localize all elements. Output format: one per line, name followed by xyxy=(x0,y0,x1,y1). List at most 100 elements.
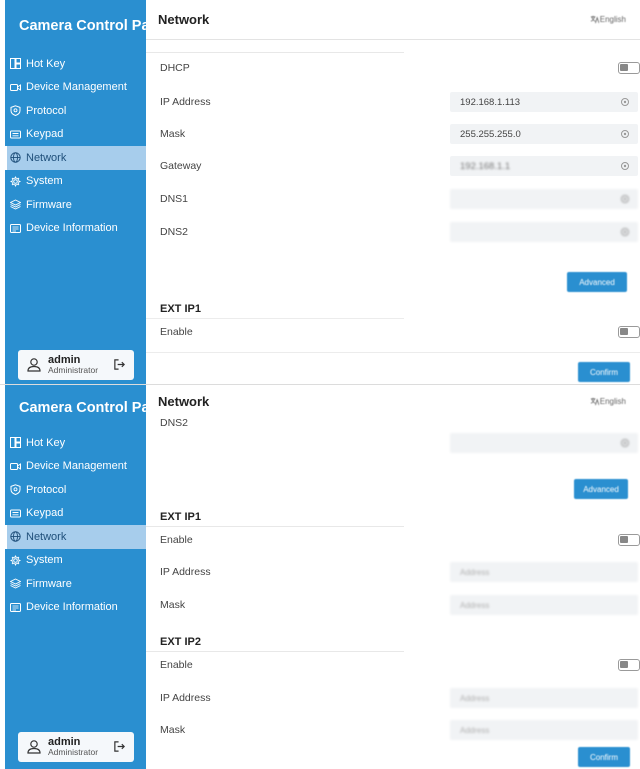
language-selector[interactable]: English xyxy=(590,397,626,406)
divider xyxy=(146,52,404,53)
mask-input[interactable]: 255.255.255.0 xyxy=(450,124,638,144)
ext-ip2-ip-placeholder: Address xyxy=(460,693,490,703)
page-title: Network xyxy=(158,393,210,409)
ext-ip2-mask-row: Mask Address xyxy=(160,720,640,740)
sidebar-item-keypad[interactable]: Keypad xyxy=(5,123,146,147)
sidebar-item-protocol[interactable]: Protocol xyxy=(5,478,146,502)
user-card: admin Administrator xyxy=(18,732,134,762)
ext-ip1-enable-toggle[interactable] xyxy=(618,534,640,546)
sidebar-item-label: Firmware xyxy=(26,198,72,211)
ext-ip2-mask-label: Mask xyxy=(160,724,186,736)
sidebar-item-device-management[interactable]: Device Management xyxy=(5,76,146,100)
ext-ip2-enable-toggle[interactable] xyxy=(618,659,640,671)
clear-icon[interactable] xyxy=(620,438,630,448)
ip-address-label: IP Address xyxy=(160,96,211,108)
language-label: English xyxy=(599,396,626,406)
sidebar-item-firmware[interactable]: Firmware xyxy=(5,572,146,596)
sidebar-item-device-information[interactable]: Device Information xyxy=(5,596,146,620)
gateway-value: 192.168.1.1 xyxy=(460,160,511,172)
ext-ip2-mask-placeholder: Address xyxy=(460,725,490,735)
sidebar-item-label: Protocol xyxy=(26,104,67,117)
sidebar: Camera Control Panel Hot Key Device Manag… xyxy=(5,0,171,384)
ext-ip1-mask-placeholder: Address xyxy=(460,600,490,610)
confirm-button[interactable]: Confirm xyxy=(578,747,630,767)
sidebar-item-system[interactable]: System xyxy=(5,170,146,194)
divider xyxy=(146,318,404,319)
main-content: Network English DNS2 Advanced EXT IP1 En… xyxy=(146,385,640,769)
confirm-button[interactable]: Confirm xyxy=(578,362,630,382)
sidebar-item-protocol[interactable]: Protocol xyxy=(5,99,146,123)
sidebar-item-keypad[interactable]: Keypad xyxy=(5,502,146,526)
mask-label: Mask xyxy=(160,128,186,140)
sidebar-item-device-management[interactable]: Device Management xyxy=(5,455,146,479)
ext-ip1-ip-input[interactable]: Address xyxy=(450,562,638,582)
language-label: English xyxy=(599,15,626,24)
gateway-row: Gateway 192.168.1.1 xyxy=(160,156,640,176)
mask-value: 255.255.255.0 xyxy=(460,128,521,140)
ext-ip2-ip-row: IP Address Address xyxy=(160,688,640,708)
ip-address-input[interactable]: 192.168.1.113 xyxy=(450,92,638,112)
ext-ip2-enable-label: Enable xyxy=(160,659,193,671)
gateway-label: Gateway xyxy=(160,160,202,172)
advanced-button[interactable]: Advanced xyxy=(574,479,628,499)
sidebar-item-label: Device Management xyxy=(26,81,127,94)
ext-ip1-ip-placeholder: Address xyxy=(460,567,490,577)
advanced-button[interactable]: Advanced xyxy=(567,272,627,292)
clear-icon[interactable] xyxy=(620,227,630,237)
sidebar-item-system[interactable]: System xyxy=(5,549,146,573)
hotkey-icon xyxy=(10,58,21,70)
info-card-icon xyxy=(10,602,21,613)
camera-icon xyxy=(10,82,21,93)
sidebar-nav: Hot Key Device Management Protocol Keypad Ne… xyxy=(5,52,146,240)
ext-ip1-enable-toggle[interactable] xyxy=(618,326,640,338)
shield-icon xyxy=(10,484,21,496)
dns2-input[interactable] xyxy=(450,433,638,453)
divider xyxy=(146,526,404,527)
ext-ip2-mask-input[interactable]: Address xyxy=(450,720,638,740)
dhcp-toggle[interactable] xyxy=(618,62,640,74)
dns2-label: DNS2 xyxy=(160,417,189,429)
sidebar-item-label: Network xyxy=(26,151,67,164)
screen-panel-bottom: Camera Control Panel Hot Key Device Manag… xyxy=(0,385,640,769)
divider xyxy=(146,651,404,652)
ext-ip1-enable-label: Enable xyxy=(160,326,193,338)
clear-icon[interactable] xyxy=(620,129,630,139)
logout-icon[interactable] xyxy=(113,740,126,753)
divider xyxy=(146,352,640,353)
dns1-input[interactable] xyxy=(450,189,638,209)
sidebar-item-device-information[interactable]: Device Information xyxy=(5,217,146,241)
screen-panel-top: Camera Control Panel Hot Key Device Manag… xyxy=(0,0,640,384)
camera-icon xyxy=(10,461,21,472)
sidebar-item-hot-key[interactable]: Hot Key xyxy=(5,52,146,76)
sidebar-nav: Hot Key Device Management Protocol Keypad Ne… xyxy=(5,431,146,619)
ext-ip2-ip-label: IP Address xyxy=(160,692,211,704)
clear-icon[interactable] xyxy=(620,161,630,171)
ext-ip1-enable-row: Enable xyxy=(160,530,640,550)
ext-ip1-mask-input[interactable]: Address xyxy=(450,595,638,615)
sidebar-item-hot-key[interactable]: Hot Key xyxy=(5,431,146,455)
language-selector[interactable]: English xyxy=(590,15,626,24)
dns1-row: DNS1 xyxy=(160,189,640,209)
clear-icon[interactable] xyxy=(620,194,630,204)
ext-ip2-title: EXT IP2 xyxy=(160,636,201,648)
dns2-label: DNS2 xyxy=(160,226,189,238)
clear-icon[interactable] xyxy=(620,97,630,107)
hotkey-icon xyxy=(10,437,21,449)
gateway-input[interactable]: 192.168.1.1 xyxy=(450,156,638,176)
sidebar-item-label: Keypad xyxy=(26,128,64,141)
sidebar-item-firmware[interactable]: Firmware xyxy=(5,193,146,217)
logout-icon[interactable] xyxy=(113,358,126,371)
dns2-input[interactable] xyxy=(450,222,638,242)
globe-icon xyxy=(10,152,21,163)
app-title: Camera Control Panel xyxy=(19,18,171,34)
sidebar-item-network[interactable]: Network xyxy=(5,525,146,549)
sidebar-item-label: Network xyxy=(26,530,67,543)
gear-icon xyxy=(10,555,21,566)
gear-icon xyxy=(10,176,21,187)
sidebar-item-label: Hot Key xyxy=(26,436,66,449)
user-role: Administrator xyxy=(48,365,99,376)
sidebar-item-label: Hot Key xyxy=(26,57,66,70)
sidebar-item-network[interactable]: Network xyxy=(5,146,146,170)
ext-ip2-ip-input[interactable]: Address xyxy=(450,688,638,708)
ip-address-value: 192.168.1.113 xyxy=(460,96,521,108)
